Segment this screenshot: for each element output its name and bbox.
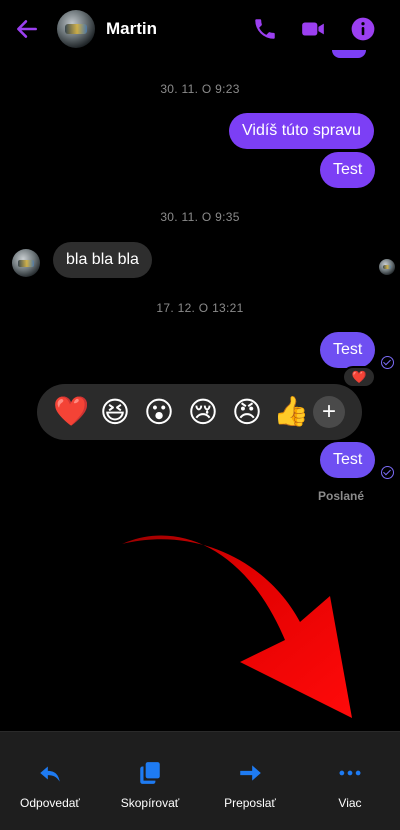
more-button[interactable]: Viac xyxy=(300,732,400,830)
incoming-message[interactable]: bla bla bla xyxy=(53,242,152,278)
info-icon[interactable] xyxy=(350,16,376,42)
more-reactions-button[interactable]: + xyxy=(313,396,345,428)
reply-button[interactable]: Odpovedať xyxy=(0,732,100,830)
copy-button[interactable]: Skopírovať xyxy=(100,732,200,830)
delivered-check-icon xyxy=(381,356,394,369)
phone-icon[interactable] xyxy=(252,16,278,42)
message-reaction-badge[interactable]: ❤️ xyxy=(342,366,376,388)
reaction-picker: ❤️ 😆 😮 😢 😠 👍 + xyxy=(37,384,362,440)
forward-label: Preposlať xyxy=(224,796,276,810)
back-arrow-icon[interactable] xyxy=(14,16,40,42)
previous-message-bubble xyxy=(332,50,366,58)
more-dots-icon xyxy=(339,770,361,776)
outgoing-message[interactable]: Vidíš túto spravu xyxy=(229,113,374,149)
heart-icon: ❤️ xyxy=(351,370,367,384)
wow-reaction-icon[interactable]: 😮 xyxy=(137,390,181,434)
outgoing-message[interactable]: Test xyxy=(320,332,376,368)
timestamp: 17. 12. O 13:21 xyxy=(156,301,244,315)
forward-arrow-icon xyxy=(240,765,261,781)
more-label: Viac xyxy=(338,796,362,810)
reply-label: Odpovedať xyxy=(20,796,80,810)
seen-avatar xyxy=(379,259,395,275)
timestamp: 30. 11. O 9:23 xyxy=(160,82,240,96)
copy-icon xyxy=(140,762,160,784)
thumbs-up-reaction-icon[interactable]: 👍 xyxy=(269,390,313,434)
angry-reaction-icon[interactable]: 😠 xyxy=(225,390,269,434)
copy-label: Skopírovať xyxy=(120,796,180,810)
contact-avatar-small xyxy=(12,249,40,277)
reply-icon xyxy=(40,766,60,782)
contact-avatar[interactable] xyxy=(57,10,95,48)
outgoing-message[interactable]: Test xyxy=(320,442,376,478)
contact-name[interactable]: Martin xyxy=(106,19,157,39)
delivered-check-icon xyxy=(381,466,394,479)
sad-reaction-icon[interactable]: 😢 xyxy=(181,390,225,434)
video-camera-icon[interactable] xyxy=(300,16,326,42)
message-status: Poslané xyxy=(318,489,365,503)
forward-button[interactable]: Preposlať xyxy=(200,732,300,830)
timestamp: 30. 11. O 9:35 xyxy=(160,210,240,224)
message-action-bar: Odpovedať Skopírovať Preposlať Viac xyxy=(0,731,400,830)
laughing-reaction-icon[interactable]: 😆 xyxy=(93,390,137,434)
heart-reaction-icon[interactable]: ❤️ xyxy=(49,390,93,434)
outgoing-message[interactable]: Test xyxy=(320,152,376,188)
